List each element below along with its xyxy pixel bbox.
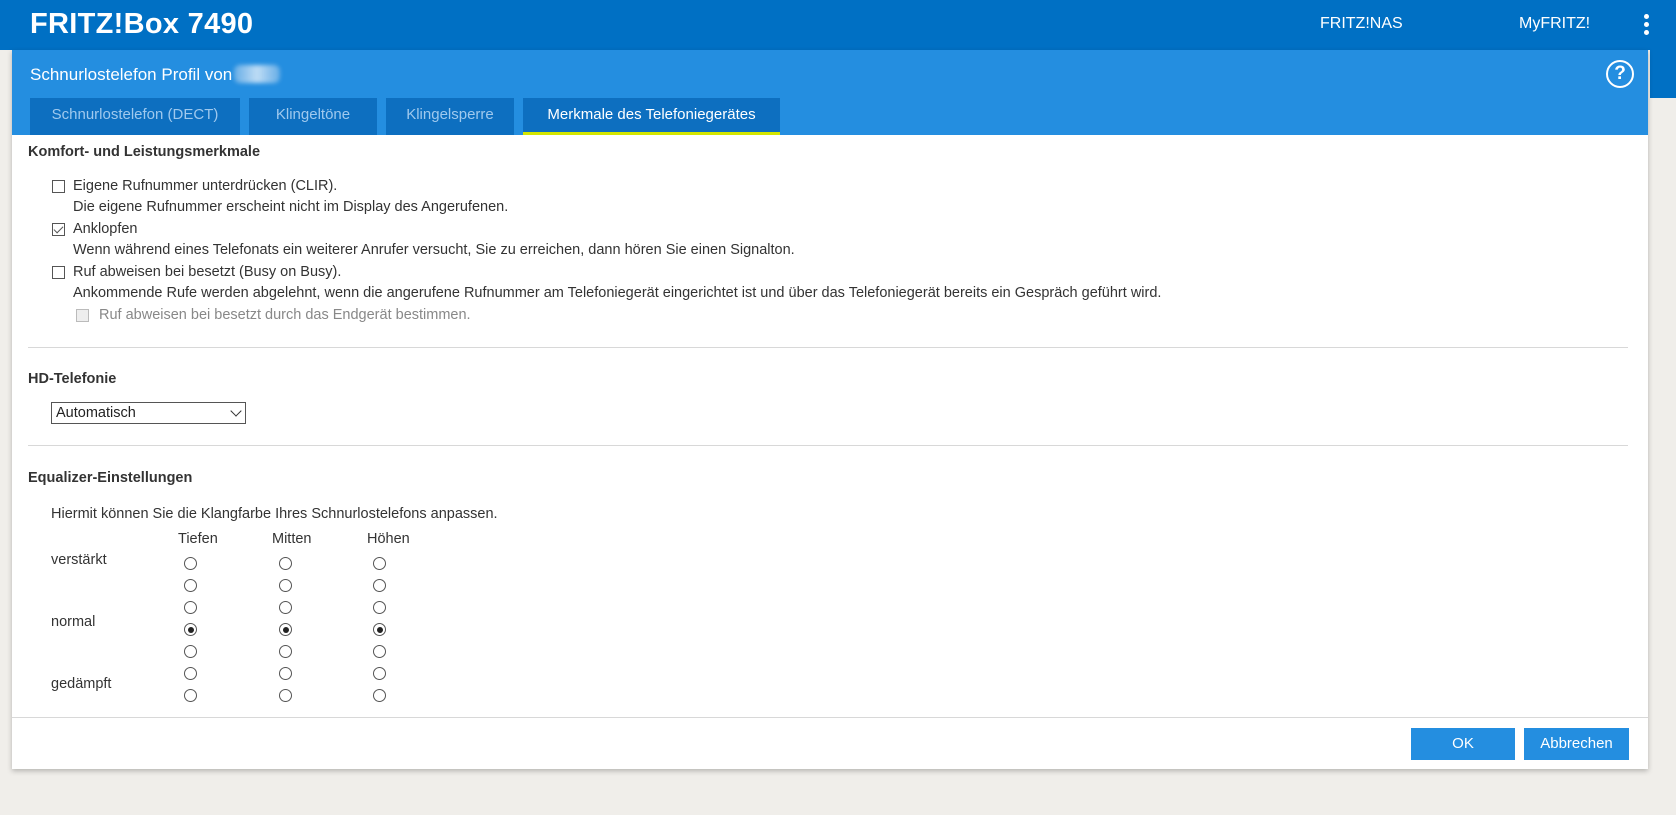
checkbox-option-0[interactable] — [52, 180, 65, 193]
eq-radio-hoehen-1[interactable] — [373, 579, 386, 592]
dialog-footer: OK Abbrechen — [12, 717, 1648, 769]
equalizer-intro: Hiermit können Sie die Klangfarbe Ihres … — [51, 506, 498, 522]
panel-header: Schnurlostelefon Profil von ? Schnurlost… — [12, 50, 1648, 135]
eq-radio-tiefen-3[interactable] — [184, 623, 197, 636]
eq-radio-hoehen-4[interactable] — [373, 645, 386, 658]
panel-title-text: Schnurlostelefon Profil von — [30, 65, 233, 84]
option-description-2: Ankommende Rufe werden abgelehnt, wenn d… — [73, 285, 1162, 301]
eq-radio-tiefen-1[interactable] — [184, 579, 197, 592]
divider — [28, 445, 1628, 446]
tab-merkmale[interactable]: Merkmale des Telefoniegerätes — [523, 98, 780, 135]
fritz-nas-link[interactable]: FRITZ!NAS — [1320, 15, 1403, 33]
eq-radio-mitten-2[interactable] — [279, 601, 292, 614]
tab-klingelsperre[interactable]: Klingelsperre — [386, 98, 514, 135]
brand-logo: FRITZ!Box 7490 — [30, 8, 254, 40]
checkbox-option-1[interactable] — [52, 223, 65, 236]
eq-column-mitten: Mitten — [272, 531, 312, 547]
checkbox-option-2[interactable] — [52, 266, 65, 279]
eq-label-gedaempft: gedämpft — [51, 676, 112, 692]
eq-radio-mitten-5[interactable] — [279, 667, 292, 680]
kebab-menu-icon[interactable] — [1642, 14, 1650, 36]
option-description-1: Wenn während eines Telefonats ein weiter… — [73, 242, 795, 258]
redacted-name — [234, 65, 281, 83]
eq-radio-mitten-1[interactable] — [279, 579, 292, 592]
eq-radio-mitten-3[interactable] — [279, 623, 292, 636]
eq-radio-hoehen-0[interactable] — [373, 557, 386, 570]
question-circle-icon[interactable]: ? — [1606, 60, 1634, 88]
tab-dect[interactable]: Schnurlostelefon (DECT) — [30, 98, 240, 135]
eq-radio-tiefen-2[interactable] — [184, 601, 197, 614]
cancel-button[interactable]: Abbrechen — [1524, 728, 1629, 760]
eq-radio-mitten-6[interactable] — [279, 689, 292, 702]
tab-klingeltoene[interactable]: Klingeltöne — [249, 98, 377, 135]
eq-radio-hoehen-6[interactable] — [373, 689, 386, 702]
eq-radio-hoehen-5[interactable] — [373, 667, 386, 680]
eq-radio-tiefen-4[interactable] — [184, 645, 197, 658]
eq-radio-tiefen-5[interactable] — [184, 667, 197, 680]
top-bar: FRITZ!Box 7490 FRITZ!NAS MyFRITZ! — [0, 0, 1676, 50]
myfritz-link[interactable]: MyFRITZ! — [1519, 15, 1590, 33]
eq-radio-hoehen-3[interactable] — [373, 623, 386, 636]
hd-telefonie-value: Automatisch — [56, 405, 136, 421]
option-label-1: Anklopfen — [73, 221, 138, 237]
option-label-0: Eigene Rufnummer unterdrücken (CLIR). — [73, 178, 338, 194]
option-busy-endgeraet-label: Ruf abweisen bei besetzt durch das Endge… — [99, 307, 471, 323]
eq-column-hoehen: Höhen — [367, 531, 410, 547]
eq-radio-tiefen-6[interactable] — [184, 689, 197, 702]
section-title-hd: HD-Telefonie — [28, 371, 117, 387]
eq-label-normal: normal — [51, 614, 96, 630]
section-title-equalizer: Equalizer-Einstellungen — [28, 470, 193, 486]
header-strip — [1650, 50, 1676, 98]
checkbox-busy-endgeraet[interactable] — [76, 309, 89, 322]
panel-title: Schnurlostelefon Profil von — [30, 65, 281, 85]
content-area: Komfort- und Leistungsmerkmale Eigene Ru… — [12, 135, 1648, 717]
eq-radio-hoehen-2[interactable] — [373, 601, 386, 614]
option-description-0: Die eigene Rufnummer erscheint nicht im … — [73, 199, 509, 215]
eq-radio-mitten-0[interactable] — [279, 557, 292, 570]
eq-radio-tiefen-0[interactable] — [184, 557, 197, 570]
eq-radio-mitten-4[interactable] — [279, 645, 292, 658]
chevron-down-icon — [230, 405, 242, 417]
divider — [28, 347, 1628, 348]
eq-label-verstaerkt: verstärkt — [51, 552, 107, 568]
eq-column-tiefen: Tiefen — [178, 531, 218, 547]
option-label-2: Ruf abweisen bei besetzt (Busy on Busy). — [73, 264, 342, 280]
section-title-comfort: Komfort- und Leistungsmerkmale — [28, 144, 261, 160]
hd-telefonie-select[interactable]: Automatisch — [51, 402, 246, 424]
settings-panel: Schnurlostelefon Profil von ? Schnurlost… — [12, 50, 1648, 769]
ok-button[interactable]: OK — [1411, 728, 1515, 760]
